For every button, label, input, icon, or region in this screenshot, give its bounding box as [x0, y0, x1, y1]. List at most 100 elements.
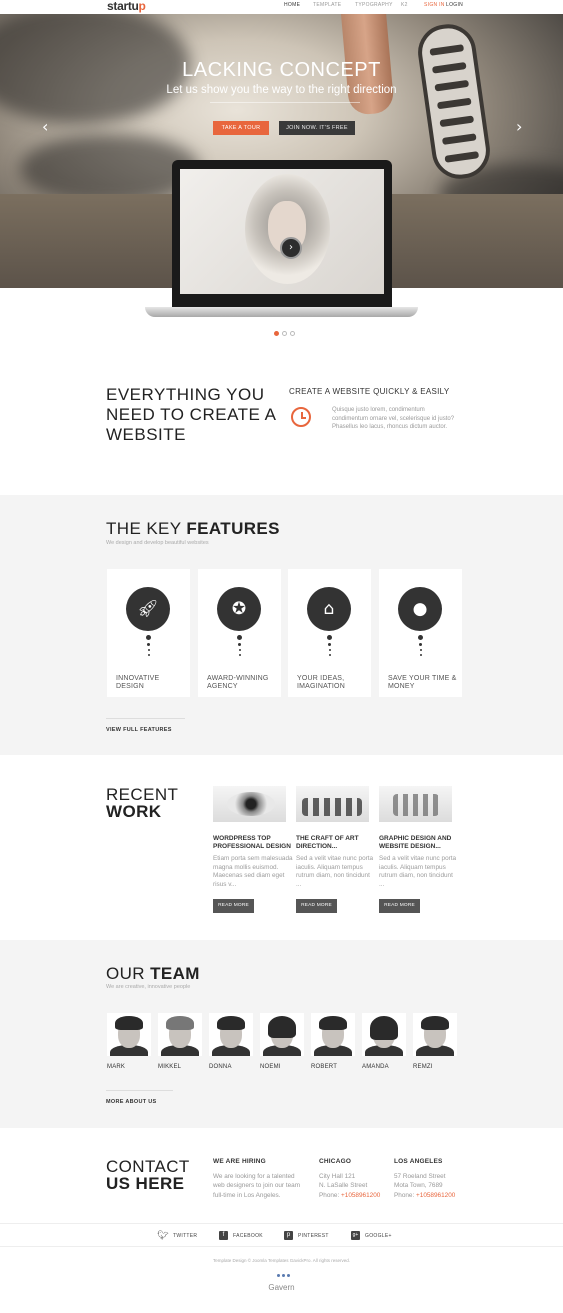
laptop-base: [145, 307, 418, 317]
horses-image: [302, 798, 362, 816]
work-excerpt: Etiam porta sem malesuada magna mollis e…: [213, 855, 293, 888]
work-thumbnail[interactable]: [296, 786, 369, 822]
feature-label: SAVE YOUR TIME & MONEY: [388, 675, 457, 690]
dots-divider: [146, 635, 151, 659]
hiring-title: WE ARE HIRING: [213, 1158, 266, 1165]
google-plus-link[interactable]: GOOGLE+: [365, 1233, 392, 1239]
read-more-button[interactable]: READ MORE: [379, 899, 420, 913]
avatar[interactable]: [209, 1013, 253, 1056]
chicago-title: CHICAGO: [319, 1158, 352, 1165]
slider-dot[interactable]: [274, 331, 279, 336]
view-full-features-link[interactable]: VIEW FULL FEATURES: [106, 727, 172, 733]
dots-divider: [237, 635, 242, 659]
footer-logo[interactable]: Gavern: [0, 1283, 563, 1292]
team-subtitle: We are creative, innovative people: [106, 984, 191, 990]
avatar[interactable]: [158, 1013, 202, 1056]
member-name: MARK: [107, 1064, 126, 1070]
work-thumbnail[interactable]: [379, 786, 452, 822]
footer-logo-dots: [277, 1274, 290, 1277]
divider: [106, 718, 185, 719]
hero-divider: [210, 102, 360, 103]
read-more-button[interactable]: READ MORE: [296, 899, 337, 913]
pinterest-icon[interactable]: p: [284, 1231, 293, 1240]
mouse-icon: ⌂: [307, 587, 351, 631]
google-plus-icon[interactable]: g+: [351, 1231, 360, 1240]
login-link[interactable]: LOGIN: [446, 2, 463, 8]
dots-divider: [418, 635, 423, 659]
slider-dot[interactable]: [282, 331, 287, 336]
nav-item-home[interactable]: HOME: [284, 2, 300, 8]
copyright: Template Design © Joomla Templates Gavic…: [212, 1258, 351, 1263]
slider-pagination: [274, 331, 295, 336]
member-name: REMZI: [413, 1064, 433, 1070]
read-more-button[interactable]: READ MORE: [213, 899, 254, 913]
clock-icon: [291, 407, 311, 427]
work-title[interactable]: THE CRAFT OF ART DIRECTION...: [296, 835, 386, 851]
features-section: THE KEY FEATURES We design and develop b…: [0, 495, 563, 755]
features-title: THE KEY FEATURES: [106, 519, 280, 538]
feature-card[interactable]: ✪ AWARD-WINNING AGENCY: [198, 569, 281, 697]
award-icon: ✪: [217, 587, 261, 631]
nav-item-k2[interactable]: K2: [401, 2, 408, 8]
nav-item-typography[interactable]: TYPOGRAPHY: [355, 2, 393, 8]
join-now-button[interactable]: JOIN NOW. IT'S FREE: [279, 121, 355, 135]
nav-item-template[interactable]: TEMPLATE: [313, 2, 341, 8]
pinterest-link[interactable]: PINTEREST: [298, 1233, 329, 1239]
more-about-us-link[interactable]: MORE ABOUT US: [106, 1099, 156, 1105]
team-title: OUR TEAM: [106, 964, 200, 983]
slider-dot[interactable]: [290, 331, 295, 336]
work-title[interactable]: WORDPRESS TOP PROFESSIONAL DESIGN: [213, 835, 303, 851]
take-a-tour-button[interactable]: TAKE A TOUR: [213, 121, 269, 135]
eye-image: [227, 792, 275, 816]
feature-card[interactable]: ⌂ YOUR IDEAS, IMAGINATION: [288, 569, 371, 697]
team-section: OUR TEAM We are creative, innovative peo…: [0, 940, 563, 1128]
feature-text: Quisque justo lorem, condimentum condime…: [332, 407, 455, 431]
play-icon[interactable]: ›: [280, 237, 302, 259]
rocket-icon: 🚀︎: [126, 587, 170, 631]
site-logo[interactable]: startup: [107, 0, 146, 13]
logo-text: startu: [107, 0, 139, 13]
work-excerpt: Sed a velit vitae nunc porta iaculis. Al…: [296, 855, 374, 888]
work-title[interactable]: GRAPHIC DESIGN AND WEBSITE DESIGN...: [379, 835, 469, 851]
avatar[interactable]: [311, 1013, 355, 1056]
avatar[interactable]: [362, 1013, 406, 1056]
features-subtitle: We design and develop beautiful websites: [106, 540, 209, 546]
feature-card[interactable]: ● SAVE YOUR TIME & MONEY: [379, 569, 462, 697]
recent-work-title: RECENT WORK: [106, 785, 179, 821]
slider-next-icon[interactable]: ›: [516, 117, 522, 136]
facebook-link[interactable]: FACEBOOK: [233, 1233, 263, 1239]
dots-divider: [327, 635, 332, 659]
feature-title: CREATE A WEBSITE QUICKLY & EASILY: [289, 387, 450, 396]
laptop-screen: ›: [180, 169, 384, 294]
facebook-icon[interactable]: f: [219, 1231, 228, 1240]
work-excerpt: Sed a velit vitae nunc porta iaculis. Al…: [379, 855, 457, 888]
intro-heading: EVERYTHING YOU NEED TO CREATE A WEBSITE: [106, 385, 276, 444]
sign-in-link[interactable]: SIGN IN: [424, 2, 445, 8]
la-title: LOS ANGELES: [394, 1158, 443, 1165]
work-thumbnail[interactable]: [213, 786, 286, 822]
divider: [106, 1090, 173, 1091]
feature-label: INNOVATIVE DESIGN: [116, 675, 160, 690]
feature-label: AWARD-WINNING AGENCY: [207, 675, 269, 690]
la-address: 57 Roeland Street Mota Town, 7689 Phone: …: [394, 1173, 456, 1199]
twitter-icon[interactable]: 🐦︎: [157, 1231, 168, 1240]
avatar[interactable]: [260, 1013, 304, 1056]
top-navbar: startup HOME TEMPLATE TYPOGRAPHY K2 SIGN…: [0, 0, 563, 14]
member-name: DONNA: [209, 1064, 232, 1070]
horses-image: [393, 794, 439, 816]
avatar[interactable]: [107, 1013, 151, 1056]
hero-shoe-image: [414, 20, 494, 183]
chicago-phone-link[interactable]: +1058961200: [341, 1192, 380, 1199]
member-name: MIKKEL: [158, 1064, 182, 1070]
member-name: ROBERT: [311, 1064, 338, 1070]
slider-prev-icon[interactable]: ‹: [42, 117, 48, 136]
twitter-link[interactable]: TWITTER: [173, 1233, 197, 1239]
feature-card[interactable]: 🚀︎ INNOVATIVE DESIGN: [107, 569, 190, 697]
social-bar: 🐦︎ TWITTER f FACEBOOK p PINTEREST g+ GOO…: [0, 1223, 563, 1247]
la-phone-link[interactable]: +1058961200: [416, 1192, 455, 1199]
chicago-address: City Hall 121 N. LaSalle Street Phone: +1…: [319, 1173, 381, 1199]
avatar[interactable]: [413, 1013, 457, 1056]
laptop-mockup: ›: [172, 160, 392, 307]
piggy-bank-icon: ●: [398, 587, 442, 631]
member-name: NOEMI: [260, 1064, 281, 1070]
